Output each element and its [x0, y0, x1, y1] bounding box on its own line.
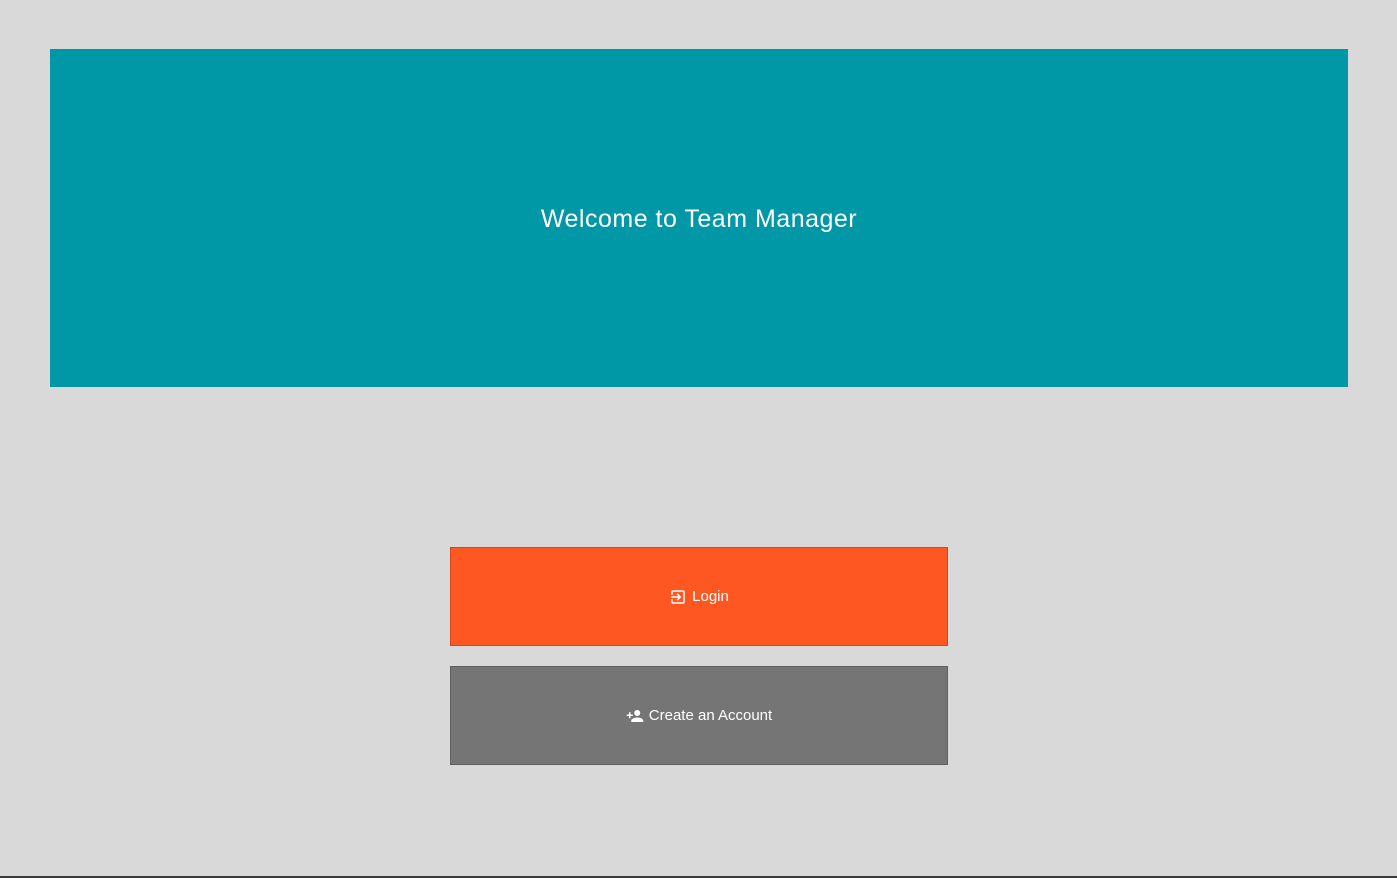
- login-icon: [669, 588, 687, 606]
- person-add-icon: [626, 707, 644, 725]
- create-account-button-label: Create an Account: [648, 707, 773, 724]
- create-account-button[interactable]: Create an Account: [450, 666, 948, 765]
- login-button-label: Login: [692, 588, 729, 605]
- page-title: Welcome to Team Manager: [540, 204, 858, 233]
- login-button[interactable]: Login: [450, 547, 948, 646]
- welcome-banner: Welcome to Team Manager: [50, 49, 1348, 387]
